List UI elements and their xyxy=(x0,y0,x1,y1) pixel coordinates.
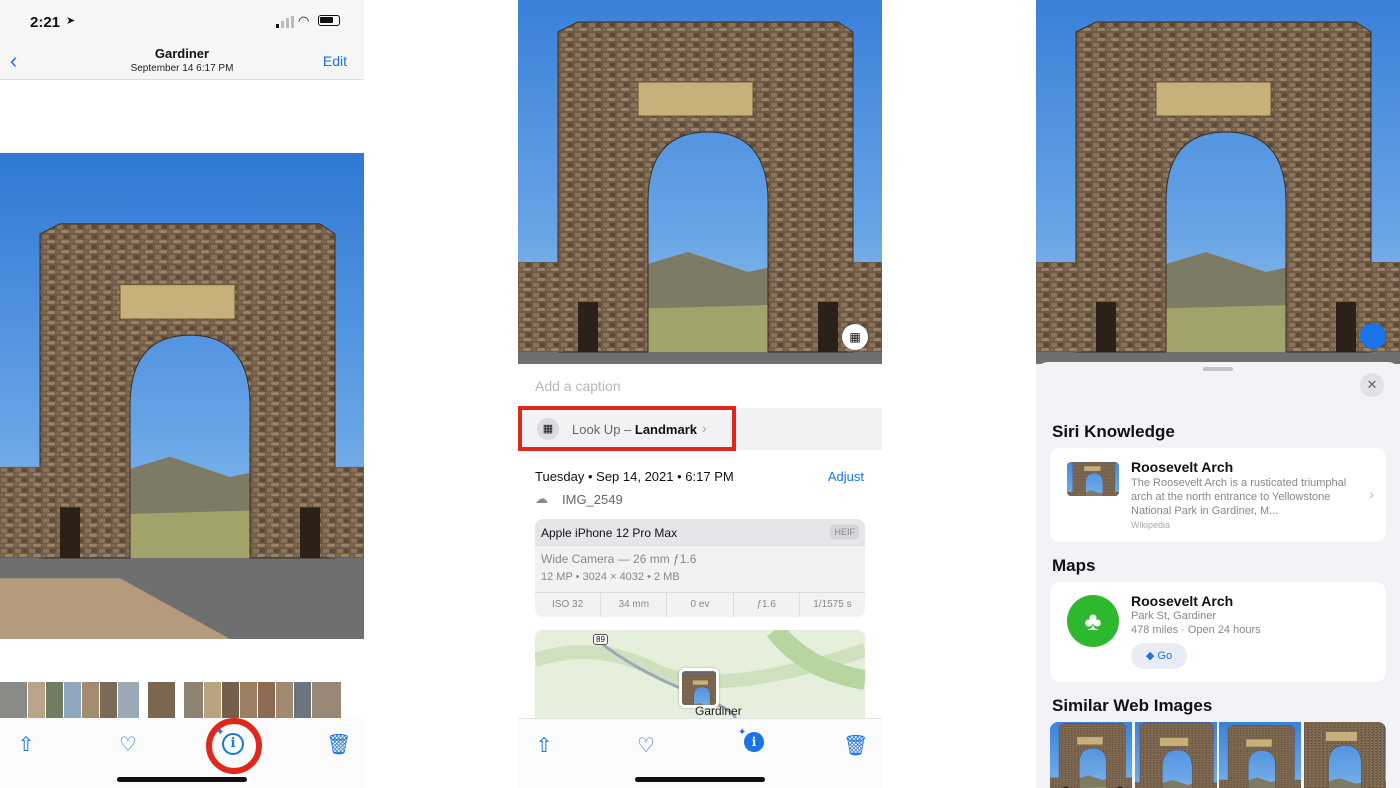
knowledge-source: Wikipedia xyxy=(1131,520,1171,530)
lens-info: Wide Camera — 26 mm ƒ1.6 xyxy=(541,552,697,566)
device-name: Apple iPhone 12 Pro Max xyxy=(541,526,678,540)
main-photo[interactable] xyxy=(0,153,364,639)
web-image[interactable] xyxy=(1219,722,1302,788)
thumbnail[interactable] xyxy=(176,682,184,718)
tree-icon: ♣ xyxy=(1067,595,1119,647)
share-icon[interactable]: ⇧ xyxy=(14,732,38,757)
thumbnail[interactable] xyxy=(294,682,312,718)
filename: IMG_2549 xyxy=(562,492,623,507)
battery-icon xyxy=(318,15,340,26)
maps-card[interactable]: ♣ Roosevelt Arch Park St, Gardiner 478 m… xyxy=(1050,582,1386,682)
nav-title: Gardiner xyxy=(154,46,210,61)
similar-web-images-heading: Similar Web Images xyxy=(1052,696,1213,715)
status-time: 2:21 xyxy=(30,14,61,31)
route-badge: 89 xyxy=(593,634,608,645)
format-badge: HEIF xyxy=(830,525,859,539)
location-arrow-icon: ➤ xyxy=(66,15,76,27)
web-image[interactable] xyxy=(1050,722,1133,788)
exif-focal: 34 mm xyxy=(601,593,668,617)
heart-icon[interactable]: ♡ xyxy=(116,732,140,757)
map-icon[interactable]: ▦ xyxy=(842,324,868,350)
status-bar: 2:21 ➤ ◠ xyxy=(0,0,364,40)
info-photo[interactable] xyxy=(518,0,882,364)
share-icon[interactable]: ⇧ xyxy=(532,733,556,758)
lookup-dot-icon[interactable] xyxy=(1360,323,1386,349)
directions-icon: ◆ xyxy=(1145,650,1155,662)
thumbnail[interactable] xyxy=(140,682,148,718)
web-image[interactable] xyxy=(1303,722,1386,788)
go-label: Go xyxy=(1157,650,1173,662)
map-label: Gardiner xyxy=(695,704,742,718)
map-photo-pin[interactable] xyxy=(679,668,719,708)
knowledge-thumbnail xyxy=(1067,462,1119,496)
thumbnail[interactable] xyxy=(46,682,64,718)
thumbnail-strip[interactable] xyxy=(0,682,364,718)
photo-view-screen: 2:21 ➤ ◠ ‹ Gardiner September 14 6:17 PM… xyxy=(0,0,364,788)
maps-heading: Maps xyxy=(1052,556,1096,575)
thumbnail[interactable] xyxy=(184,682,204,718)
maps-address: Park St, Gardiner xyxy=(1131,610,1216,622)
go-button[interactable]: ◆ Go xyxy=(1131,643,1187,669)
thumbnail[interactable] xyxy=(222,682,240,718)
thumbnail-current[interactable] xyxy=(148,682,176,718)
thumbnail[interactable] xyxy=(240,682,258,718)
visual-lookup-screen: ✕ Siri Knowledge Roosevelt Arch The Roos… xyxy=(1036,0,1400,788)
thumbnail[interactable] xyxy=(258,682,276,718)
thumbnail[interactable] xyxy=(28,682,46,718)
trash-icon[interactable]: 🗑 xyxy=(843,733,868,758)
info-sparkle-icon[interactable]: i xyxy=(222,733,244,755)
thumbnail[interactable] xyxy=(100,682,118,718)
thumbnail[interactable] xyxy=(204,682,222,718)
maps-details: 478 miles · Open 24 hours xyxy=(1131,624,1261,636)
chevron-right-icon: › xyxy=(1369,486,1374,502)
home-indicator xyxy=(117,777,247,782)
exif-card: Apple iPhone 12 Pro Max HEIF Wide Camera… xyxy=(535,519,865,617)
lookup-photo[interactable] xyxy=(1036,0,1400,364)
thumbnail[interactable] xyxy=(276,682,294,718)
exif-iso: ISO 32 xyxy=(535,593,602,617)
adjust-button[interactable]: Adjust xyxy=(828,469,864,484)
exif-ev: 0 ev xyxy=(667,593,734,617)
nav-subtitle: September 14 6:17 PM xyxy=(130,63,234,74)
exif-values-row: ISO 32 34 mm 0 ev ƒ1.6 1/1575 s xyxy=(535,592,865,617)
sheet-grabber[interactable] xyxy=(1203,367,1233,371)
cloud-icon: ☁ xyxy=(535,491,548,506)
thumbnail[interactable] xyxy=(64,682,82,718)
exif-shutter: 1/1575 s xyxy=(813,599,852,610)
home-indicator xyxy=(635,777,765,782)
edit-button[interactable]: Edit xyxy=(323,53,347,69)
thumbnail[interactable] xyxy=(312,682,342,718)
info-sparkle-icon[interactable]: i xyxy=(744,732,764,752)
signal-icon xyxy=(276,16,294,28)
date-line: Tuesday • Sep 14, 2021 • 6:17 PM xyxy=(535,469,734,484)
photo-info-screen: ▦ Add a caption ▦ Look Up – Landmark › T… xyxy=(518,0,882,788)
image-specs: 12 MP • 3024 × 4032 • 2 MB xyxy=(541,571,680,583)
thumbnail[interactable] xyxy=(82,682,100,718)
trash-icon[interactable]: 🗑 xyxy=(326,732,351,757)
bottom-toolbar: ⇧ ♡ 🗑 xyxy=(518,718,882,788)
wifi-icon: ◠ xyxy=(298,13,310,28)
sparkle-icon: ✦ xyxy=(216,727,225,738)
similar-images-strip[interactable] xyxy=(1050,722,1386,788)
exif-aperture: ƒ1.6 xyxy=(734,593,800,617)
siri-knowledge-card[interactable]: Roosevelt Arch The Roosevelt Arch is a r… xyxy=(1050,448,1386,542)
close-icon[interactable]: ✕ xyxy=(1360,373,1384,397)
knowledge-description: The Roosevelt Arch is a rusticated trium… xyxy=(1131,477,1347,517)
caption-field[interactable]: Add a caption xyxy=(535,378,621,394)
siri-knowledge-heading: Siri Knowledge xyxy=(1052,422,1175,441)
maps-title: Roosevelt Arch xyxy=(1131,593,1234,609)
heart-icon[interactable]: ♡ xyxy=(634,733,658,758)
thumbnail[interactable] xyxy=(118,682,140,718)
nav-bar: ‹ Gardiner September 14 6:17 PM Edit xyxy=(0,40,364,80)
location-map[interactable]: 89 Gardiner xyxy=(535,630,865,718)
knowledge-title: Roosevelt Arch xyxy=(1131,459,1234,475)
bottom-toolbar: ⇧ ♡ 🗑 xyxy=(0,718,364,788)
thumbnail[interactable] xyxy=(0,682,28,718)
web-image[interactable] xyxy=(1134,722,1217,788)
highlight-box xyxy=(518,406,736,451)
